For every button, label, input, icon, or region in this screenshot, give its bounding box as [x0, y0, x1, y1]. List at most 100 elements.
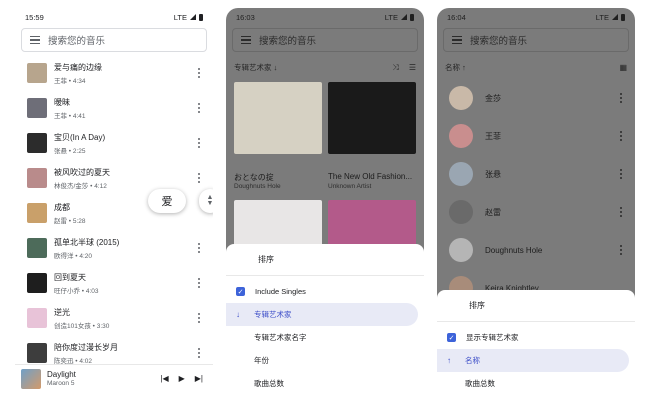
status-bar: 16:04 LTE: [437, 8, 635, 26]
song-subtitle: 王菲 • 4:34: [54, 77, 86, 85]
sort-label[interactable]: 名称 ↑: [445, 62, 466, 73]
phone-albums: 16:03 LTE 搜索您的音乐 专辑艺术家 ↓ ⤨ ☰ おとなの掟 Doughn…: [226, 8, 424, 402]
sort-option-name[interactable]: ↑ 名称: [437, 349, 629, 372]
album-cover: [234, 82, 322, 154]
phone-artists: 16:04 LTE 搜索您的音乐 名称 ↑ ▦ 金莎 王菲 张悬 赵雷 Doug…: [437, 8, 635, 402]
fast-scroll-thumb[interactable]: ▲ ▼: [199, 189, 213, 213]
menu-icon[interactable]: [452, 36, 462, 44]
artist-name: 王菲: [485, 131, 501, 141]
menu-icon[interactable]: [241, 36, 251, 44]
search-placeholder: 搜索您的音乐: [48, 36, 106, 47]
play-icon[interactable]: ▶: [179, 374, 185, 383]
view-list-icon[interactable]: ☰: [409, 63, 416, 73]
song-title: 成都: [54, 202, 70, 212]
more-options-icon[interactable]: [193, 138, 205, 148]
phone-songs: 15:59 LTE 搜索您的音乐 爱与痛的边缘 王菲 • 4:34 暧昧 王菲 • …: [15, 8, 213, 402]
sort-toolbar: 专辑艺术家 ↓ ⤨ ☰: [234, 62, 416, 73]
album-art: [27, 203, 47, 223]
artist-row[interactable]: 张悬: [437, 154, 635, 194]
song-row[interactable]: 逆光 创造101女孩 • 3:30: [15, 303, 213, 333]
song-title: 逆光: [54, 307, 70, 317]
song-subtitle: 赵雷 • 5:28: [54, 217, 86, 225]
sort-option-song-count[interactable]: 歌曲总数: [437, 372, 635, 395]
song-row[interactable]: 回到夏天 旺仔小乔 • 4:03: [15, 268, 213, 298]
status-time: 15:59: [25, 12, 44, 22]
song-subtitle: 林俊杰/金莎 • 4:12: [54, 182, 107, 190]
status-time: 16:04: [447, 12, 466, 22]
more-options-icon[interactable]: [193, 348, 205, 358]
artist-name: Doughnuts Hole: [485, 245, 543, 255]
sort-option-label: 歌曲总数: [254, 379, 284, 388]
artist-row[interactable]: 赵雷: [437, 192, 635, 232]
sort-sheet: 排序 ✓ Include Singles ↓ 专辑艺术家 专辑艺术家名字 年份 …: [226, 244, 424, 402]
show-album-artist-option[interactable]: ✓ 显示专辑艺术家: [437, 326, 635, 349]
song-row[interactable]: 被风吹过的夏天 林俊杰/金莎 • 4:12: [15, 163, 213, 193]
more-options-icon[interactable]: [193, 243, 205, 253]
song-row[interactable]: 爱与痛的边缘 王菲 • 4:34: [15, 58, 213, 88]
song-title: 孤单北半球 (2015): [54, 237, 120, 247]
screenshot-stage: 15:59 LTE 搜索您的音乐 爱与痛的边缘 王菲 • 4:34 暧昧 王菲 • …: [0, 0, 650, 402]
sort-option-album-artist[interactable]: ↓ 专辑艺术家: [226, 303, 418, 326]
more-options-icon[interactable]: [193, 313, 205, 323]
more-options-icon[interactable]: [193, 68, 205, 78]
song-title: 回到夏天: [54, 272, 86, 282]
album-art: [27, 98, 47, 118]
album-artist: Doughnuts Hole: [234, 183, 281, 190]
artist-row[interactable]: 王菲: [437, 116, 635, 156]
artist-name: 张悬: [485, 169, 501, 179]
artist-row[interactable]: Doughnuts Hole: [437, 230, 635, 270]
album-art: [27, 168, 47, 188]
search-bar[interactable]: 搜索您的音乐: [232, 28, 418, 52]
sort-option-song-count[interactable]: 歌曲总数: [226, 372, 424, 395]
more-options-icon[interactable]: [615, 207, 627, 217]
more-options-icon[interactable]: [193, 278, 205, 288]
grid-view-icon[interactable]: ▦: [619, 63, 627, 72]
artist-name: 赵雷: [485, 207, 501, 217]
arrow-up-icon: ↑: [447, 356, 451, 365]
battery-icon: [199, 13, 203, 21]
more-options-icon[interactable]: [615, 131, 627, 141]
sort-label[interactable]: 专辑艺术家 ↓: [234, 62, 277, 73]
signal-icon: [401, 14, 407, 20]
more-options-icon[interactable]: [615, 245, 627, 255]
arrow-down-icon: ↓: [236, 310, 240, 319]
checkbox-checked-icon[interactable]: ✓: [236, 287, 245, 296]
sort-sheet-title: 排序: [437, 290, 635, 322]
shuffle-icon[interactable]: ⤨: [392, 63, 398, 73]
sort-option-label: 名称: [465, 356, 480, 365]
album-tile[interactable]: [328, 82, 416, 154]
chevron-down-icon: ▼: [206, 200, 213, 207]
album-art: [27, 238, 47, 258]
song-row[interactable]: 宝贝(In A Day) 张悬 • 2:25: [15, 128, 213, 158]
network-label: LTE: [384, 12, 398, 22]
more-options-icon[interactable]: [193, 173, 205, 183]
song-row[interactable]: 暧昧 王菲 • 4:41: [15, 93, 213, 123]
status-bar: 15:59 LTE: [15, 8, 213, 26]
song-subtitle: 张悬 • 2:25: [54, 147, 86, 155]
more-options-icon[interactable]: [615, 93, 627, 103]
song-title: 暧昧: [54, 97, 70, 107]
album-tile[interactable]: [234, 82, 322, 154]
more-options-icon[interactable]: [193, 103, 205, 113]
album-art: [27, 273, 47, 293]
mini-player[interactable]: Daylight Maroon 5 |◀ ▶ ▶|: [15, 364, 213, 392]
sort-option-year[interactable]: 年份: [226, 349, 424, 372]
checkbox-checked-icon[interactable]: ✓: [447, 333, 456, 342]
sort-option-album-artist-name[interactable]: 专辑艺术家名字: [226, 326, 424, 349]
artist-row[interactable]: 金莎: [437, 78, 635, 118]
artist-avatar: [449, 124, 473, 148]
more-options-icon[interactable]: [615, 169, 627, 179]
album-art: [27, 343, 47, 363]
next-icon[interactable]: ▶|: [195, 374, 203, 383]
album-art: [27, 133, 47, 153]
song-row[interactable]: 孤单北半球 (2015) 欧得洋 • 4:20: [15, 233, 213, 263]
include-singles-option[interactable]: ✓ Include Singles: [226, 280, 424, 303]
search-bar[interactable]: 搜索您的音乐: [443, 28, 629, 52]
search-bar[interactable]: 搜索您的音乐: [21, 28, 207, 52]
now-playing-title: Daylight: [47, 370, 76, 379]
previous-icon[interactable]: |◀: [160, 374, 168, 383]
song-subtitle: 陈奕迅 • 4:02: [54, 357, 93, 365]
sort-option-label: 年份: [254, 356, 269, 365]
battery-icon: [621, 13, 625, 21]
menu-icon[interactable]: [30, 36, 40, 44]
